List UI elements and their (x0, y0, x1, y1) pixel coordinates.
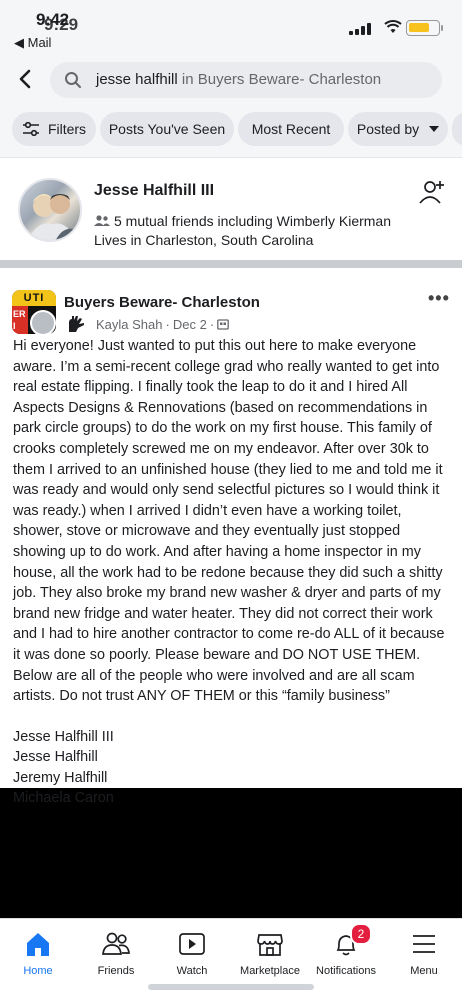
post-meta: Kayla Shah · Dec 2 · (66, 314, 230, 334)
menu-icon (413, 935, 435, 953)
add-friend-icon[interactable] (418, 178, 446, 206)
person-photo (27, 194, 80, 240)
watch-icon (179, 933, 205, 955)
mutual-friends-text: 5 mutual friends including Wimberly Kier… (114, 213, 391, 229)
screen: 9:29 9:42 ◀ Mail jesse halfhill in Buyer… (0, 0, 462, 1000)
content-area: 9:29 9:42 ◀ Mail jesse halfhill in Buyer… (0, 0, 462, 806)
search-input[interactable]: jesse halfhill in Buyers Beware- Charles… (50, 62, 442, 98)
most-recent-label: Most Recent (251, 121, 331, 137)
notifications-badge: 2 (350, 923, 372, 945)
person-result[interactable]: Jesse Halfhill III 5 mutual friends incl… (0, 160, 462, 268)
names-list: Jesse Halfhill III Jesse Halfhill Jeremy… (13, 727, 453, 809)
status-bar: 9:29 9:42 ◀ Mail (0, 0, 462, 54)
author-avatar[interactable] (30, 310, 56, 336)
marketplace-icon (257, 934, 283, 956)
mutual-friends: 5 mutual friends including Wimberly Kier… (94, 213, 391, 229)
search-header: jesse halfhill in Buyers Beware- Charles… (0, 54, 462, 158)
posted-by-label: Posted by (356, 121, 420, 137)
post-date[interactable]: Dec 2 (173, 317, 207, 332)
search-query-text: jesse halfhill in Buyers Beware- Charles… (96, 71, 381, 88)
home-indicator (148, 984, 314, 990)
group-name[interactable]: Buyers Beware- Charleston (64, 294, 260, 311)
names-list-item: Jeremy Halfhill (13, 769, 108, 786)
wifi-icon (384, 20, 402, 33)
posts-youve-seen-chip[interactable]: Posts You've Seen (100, 112, 234, 146)
sliders-icon (22, 122, 39, 136)
home-icon (27, 933, 49, 956)
cellular-signal-icon (349, 23, 379, 35)
group-avatar-text-top: UTI (12, 290, 56, 306)
caret-down-icon (429, 126, 440, 132)
search-scope: in Buyers Beware- Charleston (181, 71, 382, 88)
names-list-item: Jesse Halfhill III (13, 728, 114, 745)
members-only-icon (217, 318, 230, 330)
tab-menu[interactable]: Menu (378, 925, 462, 985)
posted-by-chip[interactable]: Posted by (348, 112, 448, 146)
post-body: Hi everyone! Just wanted to put this out… (13, 336, 453, 809)
more-filters-chip[interactable] (452, 112, 462, 146)
search-query: jesse halfhill (96, 71, 178, 88)
filters-label: Filters (47, 121, 87, 137)
group-post: UTI ER I Buyers Beware- Charleston Kayla… (0, 276, 462, 806)
person-avatar[interactable] (18, 178, 82, 242)
friends-icon (102, 932, 130, 955)
search-icon (65, 72, 81, 88)
person-name[interactable]: Jesse Halfhill III (94, 182, 214, 200)
filters-button[interactable]: Filters (12, 112, 96, 146)
post-text: Hi everyone! Just wanted to put this out… (13, 338, 445, 705)
lives-in-text: Lives in Charleston, South Carolina (94, 232, 314, 248)
member-badge-icon (69, 316, 84, 332)
post-author[interactable]: Kayla Shah (96, 317, 163, 332)
names-list-item: Michaela Caron (13, 790, 114, 807)
battery-icon (406, 20, 443, 36)
filter-bar: Filters Posts You've Seen Most Recent Po… (12, 112, 462, 146)
most-recent-chip[interactable]: Most Recent (238, 112, 344, 146)
more-dots-icon[interactable]: ••• (428, 288, 450, 309)
back-arrow-icon[interactable] (14, 67, 38, 91)
back-to-mail-link[interactable]: ◀ Mail (14, 35, 51, 51)
group-avatar-text-side: ER I (12, 306, 28, 334)
posts-youve-seen-label: Posts You've Seen (108, 121, 226, 137)
mutual-friends-icon (94, 215, 110, 226)
names-list-item: Jesse Halfhill (13, 749, 98, 766)
tab-menu-label: Menu (410, 965, 438, 977)
status-time: 9:42 (36, 10, 69, 29)
